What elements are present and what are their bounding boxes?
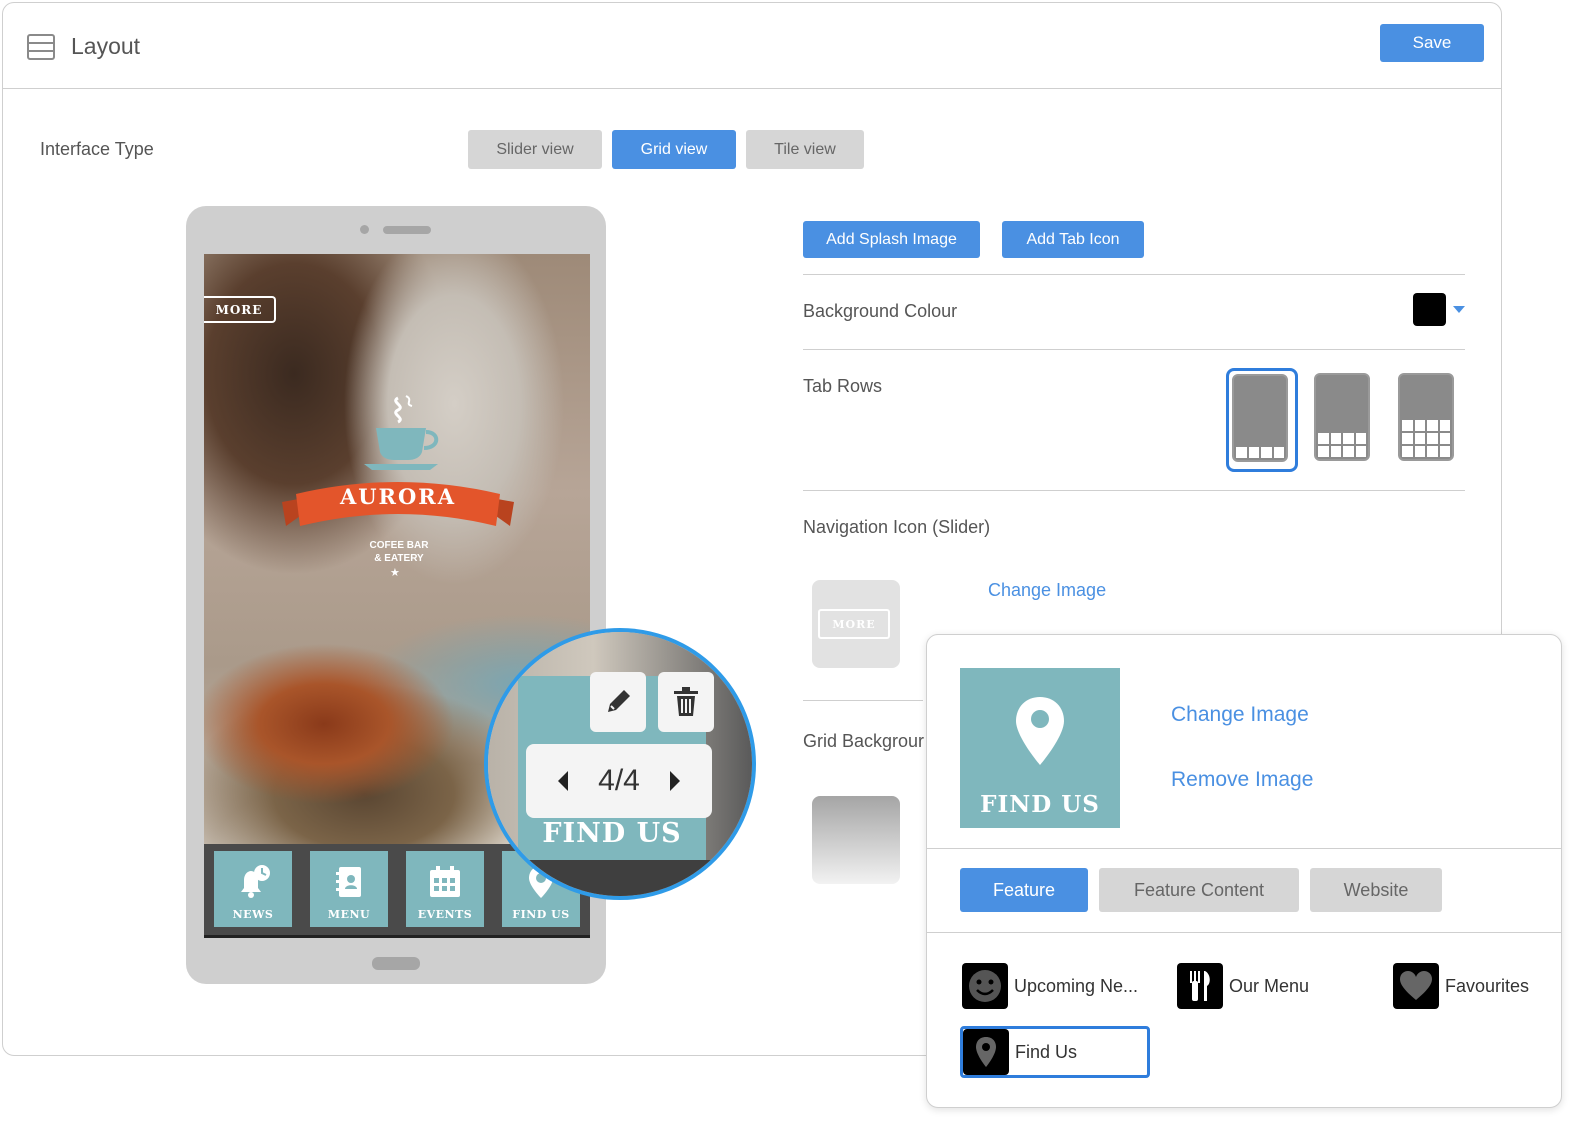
tab-news-label: NEWS bbox=[232, 908, 274, 921]
zoom-magnifier: 4/4 FIND US bbox=[484, 628, 756, 900]
tab-pager: 4/4 bbox=[526, 744, 712, 818]
feature-upcoming-news-label: Upcoming Ne... bbox=[1014, 975, 1139, 996]
zoom-tab-bar bbox=[488, 860, 752, 896]
popup-tile-preview: FIND US bbox=[960, 668, 1120, 828]
heart-icon bbox=[1393, 963, 1439, 1009]
feature-upcoming-news[interactable]: Upcoming Ne... bbox=[962, 962, 1138, 1010]
arrow-right-icon[interactable] bbox=[668, 770, 682, 792]
divider bbox=[803, 700, 923, 701]
coffee-cup-icon bbox=[364, 395, 439, 470]
calendar-icon bbox=[430, 866, 460, 897]
brand-subtitle-line-2: & EATERY bbox=[374, 553, 424, 564]
feature-find-us[interactable]: Find Us bbox=[960, 1026, 1150, 1078]
divider bbox=[927, 848, 1561, 849]
tab-website[interactable]: Website bbox=[1310, 868, 1442, 912]
trash-icon bbox=[674, 687, 698, 716]
bell-clock-icon bbox=[241, 865, 270, 898]
add-splash-image-button[interactable]: Add Splash Image bbox=[803, 221, 980, 258]
interface-type-label: Interface Type bbox=[40, 139, 154, 159]
background-colour-label: Background Colour bbox=[803, 301, 958, 321]
grid-background-swatch[interactable] bbox=[812, 796, 900, 884]
tile-view-button[interactable]: Tile view bbox=[746, 130, 864, 169]
brand-subtitle: COFEE BAR & EATERY bbox=[344, 539, 454, 565]
delete-button[interactable] bbox=[658, 672, 714, 732]
popup-change-image-link[interactable]: Change Image bbox=[1171, 703, 1309, 727]
phone-speaker bbox=[383, 226, 431, 234]
feature-favourites[interactable]: Favourites bbox=[1393, 962, 1529, 1010]
grid-background-label: Grid Backgrour bbox=[803, 731, 925, 751]
brand-subtitle-line-1: COFEE BAR bbox=[369, 540, 429, 551]
background-colour-swatch[interactable] bbox=[1413, 293, 1446, 326]
phone-camera bbox=[360, 225, 369, 234]
divider bbox=[803, 349, 1465, 350]
feature-our-menu[interactable]: Our Menu bbox=[1177, 962, 1309, 1010]
save-button[interactable]: Save bbox=[1380, 24, 1484, 62]
tab-news[interactable]: NEWS bbox=[214, 851, 292, 927]
pencil-icon bbox=[608, 690, 630, 712]
navigation-icon-thumbnail: MORE bbox=[812, 580, 900, 668]
page-title: Layout bbox=[71, 33, 141, 59]
tab-edit-popup: FIND US Change Image Remove Image Featur… bbox=[926, 634, 1562, 1108]
tab-menu[interactable]: MENU bbox=[310, 851, 388, 927]
divider bbox=[803, 490, 1465, 491]
feature-favourites-label: Favourites bbox=[1445, 975, 1530, 996]
feature-our-menu-label: Our Menu bbox=[1229, 975, 1310, 996]
slider-view-button[interactable]: Slider view bbox=[468, 130, 602, 169]
star-icon: ★ bbox=[390, 567, 400, 579]
fork-knife-icon bbox=[1177, 963, 1223, 1009]
tab-rows-option-1[interactable] bbox=[1226, 368, 1298, 472]
tab-events-label: EVENTS bbox=[417, 908, 473, 921]
edit-button[interactable] bbox=[590, 672, 646, 732]
navigation-icon-label: Navigation Icon (Slider) bbox=[803, 517, 991, 537]
popup-remove-image-link[interactable]: Remove Image bbox=[1171, 768, 1313, 792]
popup-tile-label: FIND US bbox=[980, 791, 1100, 818]
map-pin-icon bbox=[1016, 697, 1064, 765]
tab-feature[interactable]: Feature bbox=[960, 868, 1088, 912]
divider bbox=[803, 274, 1465, 275]
nav-change-image-link[interactable]: Change Image bbox=[988, 580, 1106, 601]
navigation-icon-more: MORE bbox=[818, 609, 890, 639]
grid-view-button[interactable]: Grid view bbox=[612, 130, 736, 169]
divider bbox=[927, 932, 1561, 933]
smiley-icon bbox=[962, 963, 1008, 1009]
map-pin-icon bbox=[963, 1029, 1009, 1075]
tab-find-us-label: FIND US bbox=[512, 908, 570, 921]
tab-feature-content[interactable]: Feature Content bbox=[1099, 868, 1299, 912]
tab-events[interactable]: EVENTS bbox=[406, 851, 484, 927]
arrow-left-icon[interactable] bbox=[556, 770, 570, 792]
brand-name: AURORA bbox=[339, 484, 457, 509]
tab-rows-option-3[interactable] bbox=[1393, 368, 1459, 466]
feature-find-us-label: Find Us bbox=[1015, 1041, 1078, 1062]
add-tab-icon-button[interactable]: Add Tab Icon bbox=[1002, 221, 1144, 258]
tab-rows-label: Tab Rows bbox=[803, 376, 883, 396]
tab-rows-option-2[interactable] bbox=[1309, 368, 1375, 466]
phone-home-button bbox=[372, 957, 420, 970]
pager-count: 4/4 bbox=[598, 764, 640, 797]
chevron-down-icon[interactable] bbox=[1453, 306, 1465, 313]
menu-book-icon bbox=[336, 867, 361, 897]
more-tag[interactable]: MORE bbox=[204, 296, 276, 323]
panel-header: Layout Save bbox=[3, 3, 1501, 89]
tab-menu-label: MENU bbox=[327, 908, 371, 921]
zoom-tile-label: FIND US bbox=[542, 818, 682, 849]
layout-icon bbox=[27, 34, 55, 60]
